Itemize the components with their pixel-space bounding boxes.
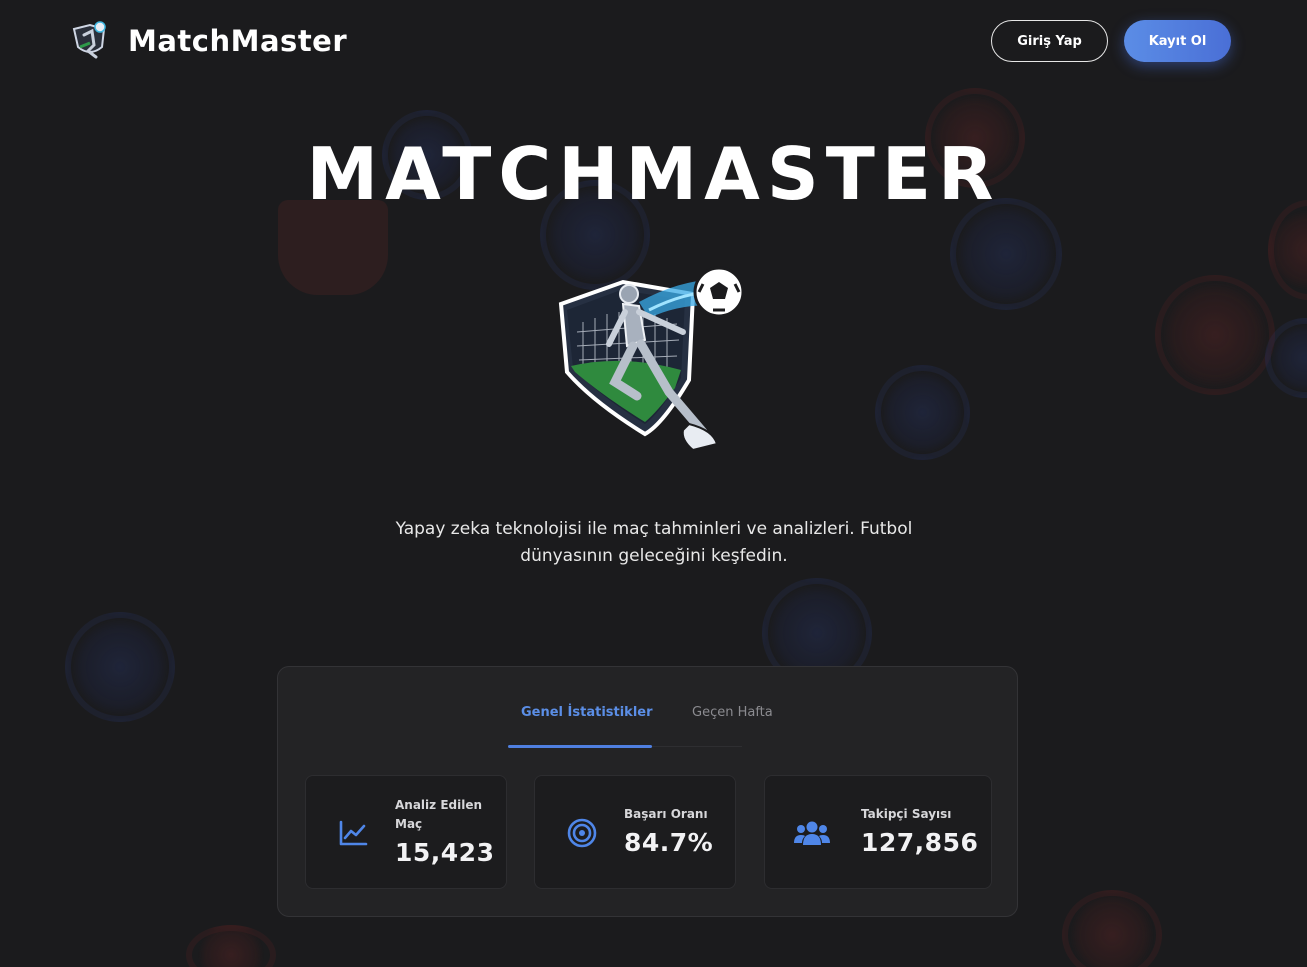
- stat-value: 127,856: [861, 828, 979, 857]
- stat-value: 84.7%: [624, 828, 714, 857]
- register-button[interactable]: Kayıt Ol: [1124, 20, 1231, 62]
- active-tab-indicator: [508, 745, 652, 748]
- hero-title: MATCHMASTER: [306, 132, 1001, 216]
- bg-club-badge: [65, 612, 175, 722]
- stat-label: Takipçi Sayısı: [861, 807, 952, 821]
- tab-divider: [652, 746, 742, 747]
- stat-card-followers: Takipçi Sayısı 127,856: [764, 775, 992, 889]
- brand-logo[interactable]: MatchMaster: [70, 20, 347, 62]
- line-chart-icon: [334, 814, 372, 852]
- tab-last-week[interactable]: Geçen Hafta: [692, 705, 773, 720]
- stat-value: 15,423: [395, 838, 495, 867]
- brand-name: MatchMaster: [128, 24, 348, 58]
- stat-card-success-rate: Başarı Oranı 84.7%: [534, 775, 736, 889]
- users-icon: [793, 814, 831, 852]
- robot-footballer-icon: [70, 21, 110, 61]
- bg-club-badge: [186, 925, 276, 967]
- site-header: MatchMaster Giriş Yap Kayıt Ol: [0, 0, 1307, 84]
- hero-description: Yapay zeka teknolojisi ile maç tahminler…: [395, 519, 913, 566]
- stats-panel: Genel İstatistikler Geçen Hafta Analiz E…: [277, 666, 1018, 917]
- bg-club-badge: [1155, 275, 1275, 395]
- robot-footballer-emblem: [553, 262, 753, 462]
- stat-card-analyzed-matches: Analiz Edilen Maç 15,423: [305, 775, 507, 889]
- tab-general-statistics[interactable]: Genel İstatistikler: [521, 705, 653, 720]
- bg-club-badge: [875, 365, 970, 460]
- stat-label: Başarı Oranı: [624, 807, 708, 821]
- bg-club-badge: [1062, 890, 1162, 967]
- stat-label: Analiz Edilen Maç: [395, 798, 483, 831]
- target-icon: [563, 814, 601, 852]
- login-button[interactable]: Giriş Yap: [991, 20, 1108, 62]
